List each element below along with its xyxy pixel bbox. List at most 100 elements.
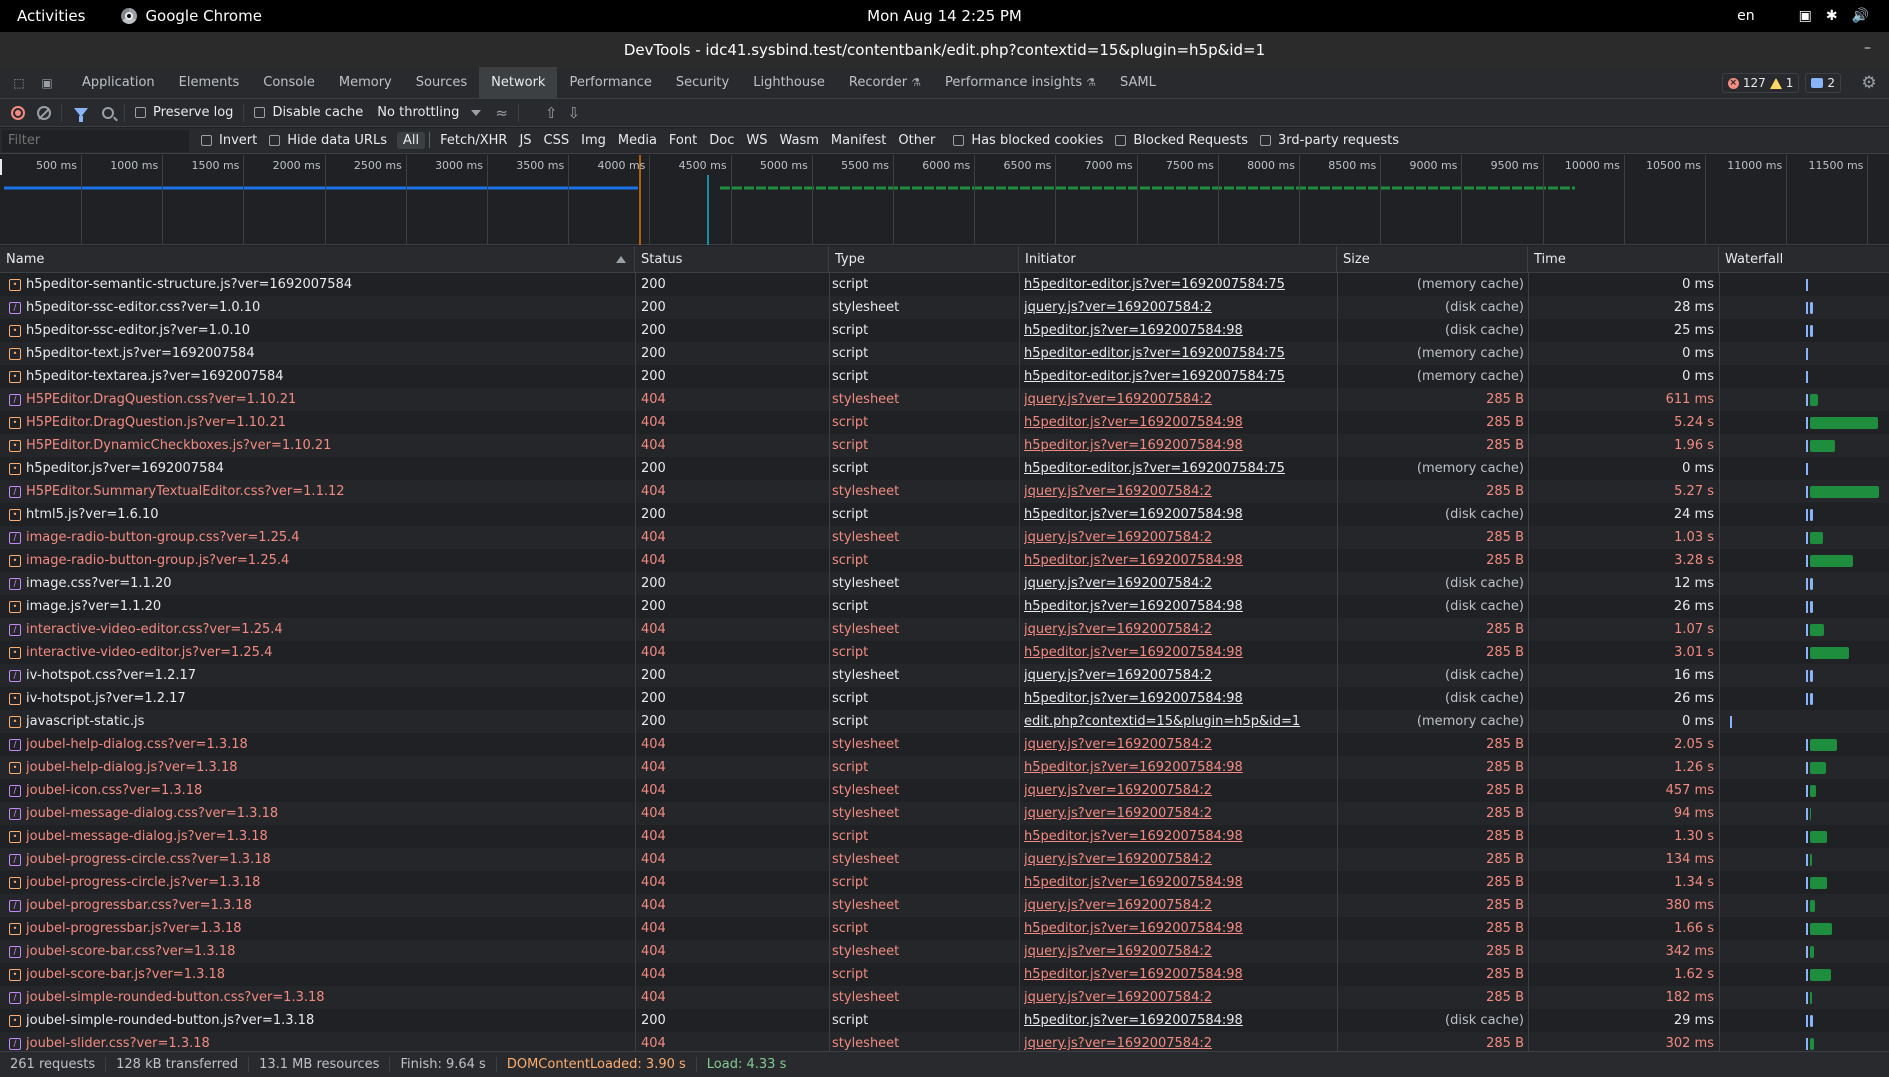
cell-name[interactable]: joubel-help-dialog.js?ver=1.3.18 [26, 756, 634, 779]
table-row[interactable]: joubel-help-dialog.js?ver=1.3.18 404 scrip… [0, 756, 1889, 779]
table-row[interactable]: joubel-simple-rounded-button.js?ver=1.3.… [0, 1009, 1889, 1032]
column-waterfall[interactable]: Waterfall [1719, 246, 1889, 273]
cell-name[interactable]: joubel-help-dialog.css?ver=1.3.18 [26, 733, 634, 756]
has-blocked-cookies-checkbox[interactable]: Has blocked cookies [953, 133, 1103, 148]
table-row[interactable]: joubel-help-dialog.css?ver=1.3.18 404 styl… [0, 733, 1889, 756]
type-filter-img[interactable]: Img [575, 132, 612, 149]
cell-name[interactable]: image.css?ver=1.1.20 [26, 572, 634, 595]
blocked-requests-checkbox[interactable]: Blocked Requests [1115, 133, 1248, 148]
timeline-overview[interactable]: 500 ms 1000 ms 1500 ms 2000 ms 2500 ms 3000 m… [0, 155, 1889, 245]
type-filter-all[interactable]: All [396, 132, 426, 149]
cell-initiator[interactable]: h5peditor.js?ver=1692007584:98 [1024, 503, 1334, 526]
cell-initiator[interactable]: h5peditor.js?ver=1692007584:98 [1024, 871, 1334, 894]
tab-lighthouse[interactable]: Lighthouse [741, 67, 837, 99]
cell-name[interactable]: joubel-progressbar.css?ver=1.3.18 [26, 894, 634, 917]
cell-initiator[interactable]: h5peditor.js?ver=1692007584:98 [1024, 687, 1334, 710]
table-row[interactable]: image.css?ver=1.1.20 200 stylesheet jquery.… [0, 572, 1889, 595]
cell-name[interactable]: joubel-simple-rounded-button.css?ver=1.3… [26, 986, 634, 1009]
cell-initiator[interactable]: jquery.js?ver=1692007584:2 [1024, 1032, 1334, 1051]
network-icon[interactable]: ▣ [1799, 8, 1812, 24]
type-filter-media[interactable]: Media [612, 132, 663, 149]
language-indicator[interactable]: en [1737, 8, 1755, 24]
table-row[interactable]: h5peditor-semantic-structure.js?ver=1692… [0, 273, 1889, 296]
cell-initiator[interactable]: h5peditor.js?ver=1692007584:98 [1024, 756, 1334, 779]
cell-initiator[interactable]: jquery.js?ver=1692007584:2 [1024, 848, 1334, 871]
table-row[interactable]: iv-hotspot.js?ver=1.2.17 200 script h5pedit… [0, 687, 1889, 710]
type-filter-manifest[interactable]: Manifest [825, 132, 892, 149]
cell-initiator[interactable]: h5peditor-editor.js?ver=1692007584:75 [1024, 365, 1334, 388]
tab-sources[interactable]: Sources [404, 67, 479, 99]
tab-saml[interactable]: SAML [1108, 67, 1168, 99]
table-row[interactable]: h5peditor.js?ver=1692007584 200 script h5pe… [0, 457, 1889, 480]
checkbox-box[interactable] [201, 135, 212, 146]
type-filter-js[interactable]: JS [513, 132, 537, 149]
minimize-icon[interactable]: – [1864, 40, 1871, 56]
cell-name[interactable]: H5PEditor.DynamicCheckboxes.js?ver=1.10.… [26, 434, 634, 457]
cell-initiator[interactable]: jquery.js?ver=1692007584:2 [1024, 986, 1334, 1009]
preserve-log-checkbox[interactable]: Preserve log [135, 105, 233, 120]
table-row[interactable]: html5.js?ver=1.6.10 200 script h5peditor.js… [0, 503, 1889, 526]
table-row[interactable]: joubel-progressbar.js?ver=1.3.18 404 scrip… [0, 917, 1889, 940]
cell-name[interactable]: H5PEditor.SummaryTextualEditor.css?ver=1… [26, 480, 634, 503]
cell-initiator[interactable]: h5peditor.js?ver=1692007584:98 [1024, 917, 1334, 940]
filter-icon[interactable] [74, 108, 88, 122]
table-row[interactable]: image.js?ver=1.1.20 200 script h5peditor.js… [0, 595, 1889, 618]
column-status[interactable]: Status [635, 246, 829, 273]
type-filter-fetch-xhr[interactable]: Fetch/XHR [434, 132, 513, 149]
cell-name[interactable]: h5peditor-text.js?ver=1692007584 [26, 342, 634, 365]
cell-initiator[interactable]: h5peditor.js?ver=1692007584:98 [1024, 1009, 1334, 1032]
cell-initiator[interactable]: h5peditor.js?ver=1692007584:98 [1024, 595, 1334, 618]
network-conditions-icon[interactable]: ≈ [495, 104, 508, 122]
table-row[interactable]: H5PEditor.DragQuestion.css?ver=1.10.21 40… [0, 388, 1889, 411]
table-row[interactable]: joubel-message-dialog.js?ver=1.3.18 404 sc… [0, 825, 1889, 848]
tab-elements[interactable]: Elements [167, 67, 252, 99]
cell-initiator[interactable]: jquery.js?ver=1692007584:2 [1024, 802, 1334, 825]
table-row[interactable]: iv-hotspot.css?ver=1.2.17 200 stylesheet jq… [0, 664, 1889, 687]
table-row[interactable]: image-radio-button-group.css?ver=1.25.4 4… [0, 526, 1889, 549]
cell-initiator[interactable]: jquery.js?ver=1692007584:2 [1024, 940, 1334, 963]
activities-button[interactable]: Activities [17, 7, 85, 25]
cell-initiator[interactable]: h5peditor.js?ver=1692007584:98 [1024, 319, 1334, 342]
cell-initiator[interactable]: jquery.js?ver=1692007584:2 [1024, 526, 1334, 549]
cell-initiator[interactable]: jquery.js?ver=1692007584:2 [1024, 572, 1334, 595]
clock[interactable]: Mon Aug 14 2:25 PM [867, 7, 1022, 25]
checkbox-box[interactable] [135, 107, 146, 118]
cell-initiator[interactable]: h5peditor-editor.js?ver=1692007584:75 [1024, 342, 1334, 365]
hide-data-urls-checkbox[interactable]: Hide data URLs [269, 133, 387, 148]
table-row[interactable]: joubel-icon.css?ver=1.3.18 404 stylesheet j… [0, 779, 1889, 802]
message-count[interactable]: 2 [1805, 73, 1841, 93]
cell-initiator[interactable]: jquery.js?ver=1692007584:2 [1024, 296, 1334, 319]
table-row[interactable]: h5peditor-ssc-editor.js?ver=1.0.10 200 scr… [0, 319, 1889, 342]
type-filter-ws[interactable]: WS [740, 132, 773, 149]
tab-performance[interactable]: Performance [557, 67, 663, 99]
cell-name[interactable]: h5peditor-textarea.js?ver=1692007584 [26, 365, 634, 388]
third-party-requests-checkbox[interactable]: 3rd-party requests [1260, 133, 1399, 148]
cell-initiator[interactable]: h5peditor.js?ver=1692007584:98 [1024, 411, 1334, 434]
settings-gear-icon[interactable]: ⚙ [1859, 73, 1879, 93]
cell-initiator[interactable]: h5peditor.js?ver=1692007584:98 [1024, 825, 1334, 848]
inspect-element-icon[interactable]: ⬚ [10, 74, 28, 92]
type-filter-other[interactable]: Other [892, 132, 941, 149]
cell-name[interactable]: javascript-static.js [26, 710, 634, 733]
system-tray[interactable]: en ▣ ✱ 🔊 [1737, 8, 1869, 24]
checkbox-box[interactable] [953, 135, 965, 146]
cell-name[interactable]: iv-hotspot.js?ver=1.2.17 [26, 687, 634, 710]
tab-memory[interactable]: Memory [327, 67, 404, 99]
table-row[interactable]: h5peditor-textarea.js?ver=1692007584 200 s… [0, 365, 1889, 388]
cell-name[interactable]: image-radio-button-group.css?ver=1.25.4 [26, 526, 634, 549]
table-row[interactable]: H5PEditor.DynamicCheckboxes.js?ver=1.10.… [0, 434, 1889, 457]
cell-name[interactable]: joubel-progress-circle.js?ver=1.3.18 [26, 871, 634, 894]
tab-security[interactable]: Security [664, 67, 741, 99]
cell-name[interactable]: joubel-message-dialog.css?ver=1.3.18 [26, 802, 634, 825]
requests-table-body[interactable]: h5peditor-semantic-structure.js?ver=1692… [0, 273, 1889, 1051]
cell-name[interactable]: joubel-score-bar.js?ver=1.3.18 [26, 963, 634, 986]
bluetooth-icon[interactable]: ✱ [1826, 8, 1838, 24]
table-row[interactable]: joubel-message-dialog.css?ver=1.3.18 404 s… [0, 802, 1889, 825]
clear-icon[interactable] [37, 105, 51, 120]
table-row[interactable]: H5PEditor.SummaryTextualEditor.css?ver=1… [0, 480, 1889, 503]
table-row[interactable]: joubel-simple-rounded-button.css?ver=1.3… [0, 986, 1889, 1009]
cell-name[interactable]: h5peditor-semantic-structure.js?ver=1692… [26, 273, 634, 296]
table-row[interactable]: h5peditor-text.js?ver=1692007584 200 scrip… [0, 342, 1889, 365]
cell-name[interactable]: joubel-simple-rounded-button.js?ver=1.3.… [26, 1009, 634, 1032]
record-stop-icon[interactable] [11, 105, 25, 120]
